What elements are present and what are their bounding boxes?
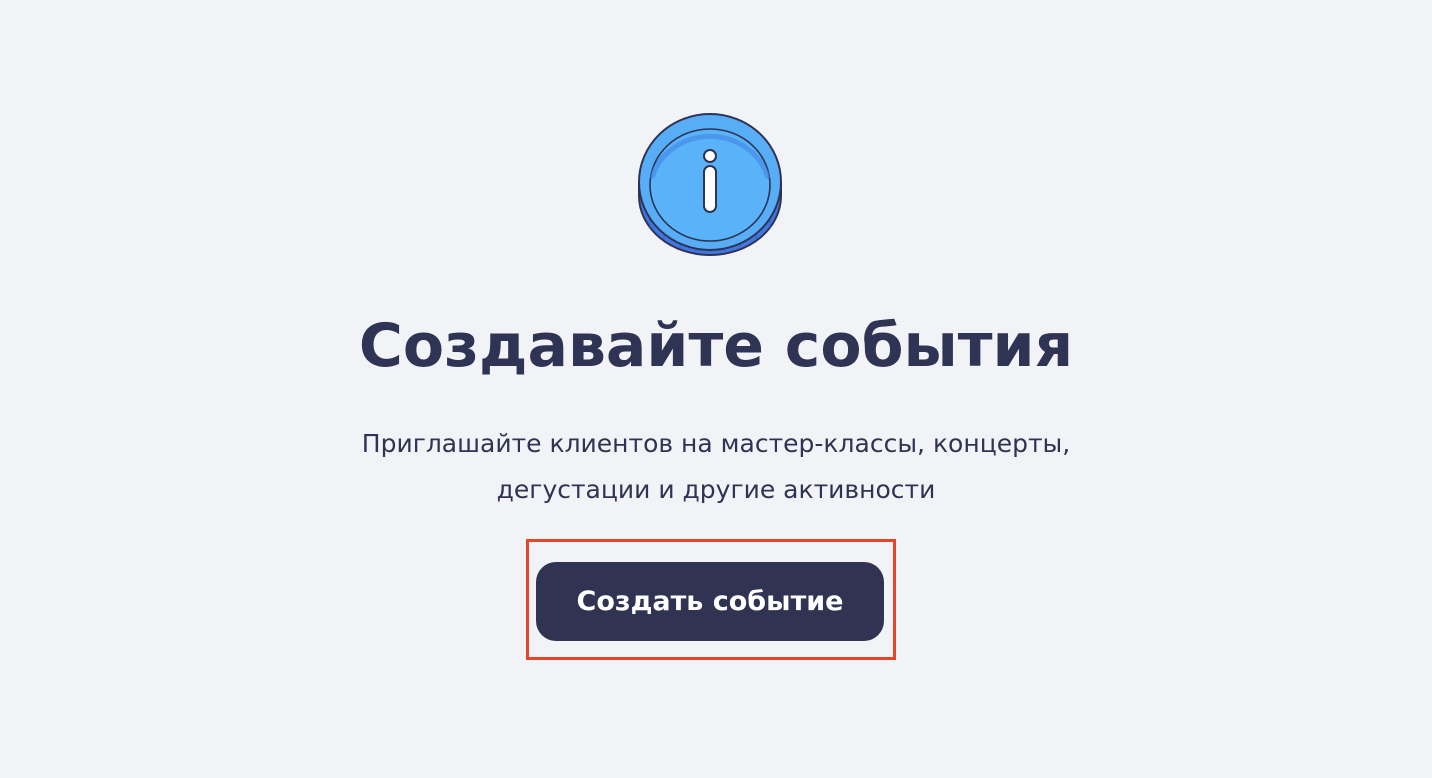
events-empty-state: Создавайте события Приглашайте клиентов … bbox=[0, 0, 1432, 778]
info-coin-icon bbox=[636, 112, 784, 258]
create-event-button[interactable]: Создать событие bbox=[536, 562, 884, 641]
description-line: Приглашайте клиентов на мастер-классы, к… bbox=[361, 429, 1071, 458]
description-line: дегустации и другие активности bbox=[496, 475, 936, 504]
page-title: Создавайте события bbox=[358, 311, 1074, 381]
page-description: Приглашайте клиентов на мастер-классы, к… bbox=[0, 421, 1432, 513]
